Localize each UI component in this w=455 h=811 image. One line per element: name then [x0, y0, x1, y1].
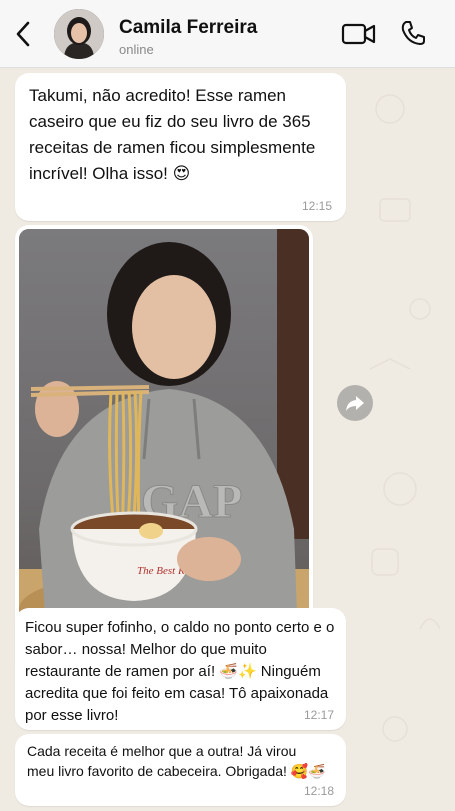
contact-status: online: [119, 42, 154, 57]
back-button[interactable]: [10, 18, 36, 50]
message-time: 12:17: [303, 708, 334, 722]
forward-button[interactable]: [337, 385, 373, 421]
chat-area[interactable]: Takumi, não acredito! Esse ramen caseiro…: [0, 69, 455, 811]
message-time: 12:18: [303, 784, 334, 798]
avatar-image: [54, 9, 104, 59]
photo-image: GAP The Best Ramen: [19, 229, 309, 672]
contact-name[interactable]: Camila Ferreira: [119, 17, 257, 39]
message-bubble[interactable]: Cada receita é melhor que a outra! Já vi…: [15, 734, 346, 806]
forward-icon: [346, 396, 364, 411]
avatar[interactable]: [54, 9, 104, 59]
chat-header: Camila Ferreira online: [0, 0, 455, 68]
message-bubble[interactable]: Ficou super fofinho, o caldo no ponto ce…: [15, 608, 346, 730]
phone-icon: [401, 21, 425, 45]
message-time: 12:16: [268, 652, 299, 666]
voice-call-button[interactable]: [398, 18, 428, 48]
message-text: Cada receita é melhor que a outra! Já vi…: [27, 743, 326, 779]
video-call-icon: [341, 23, 376, 45]
message-text: Ficou super fofinho, o caldo no ponto ce…: [25, 619, 335, 724]
video-call-button[interactable]: [340, 20, 378, 48]
message-text: Takumi, não acredito! Esse ramen caseiro…: [29, 86, 316, 183]
message-time: 12:15: [301, 199, 332, 213]
message-photo[interactable]: GAP The Best Ramen: [19, 229, 309, 672]
message-bubble[interactable]: Takumi, não acredito! Esse ramen caseiro…: [15, 73, 346, 221]
chevron-left-icon: [16, 21, 30, 47]
